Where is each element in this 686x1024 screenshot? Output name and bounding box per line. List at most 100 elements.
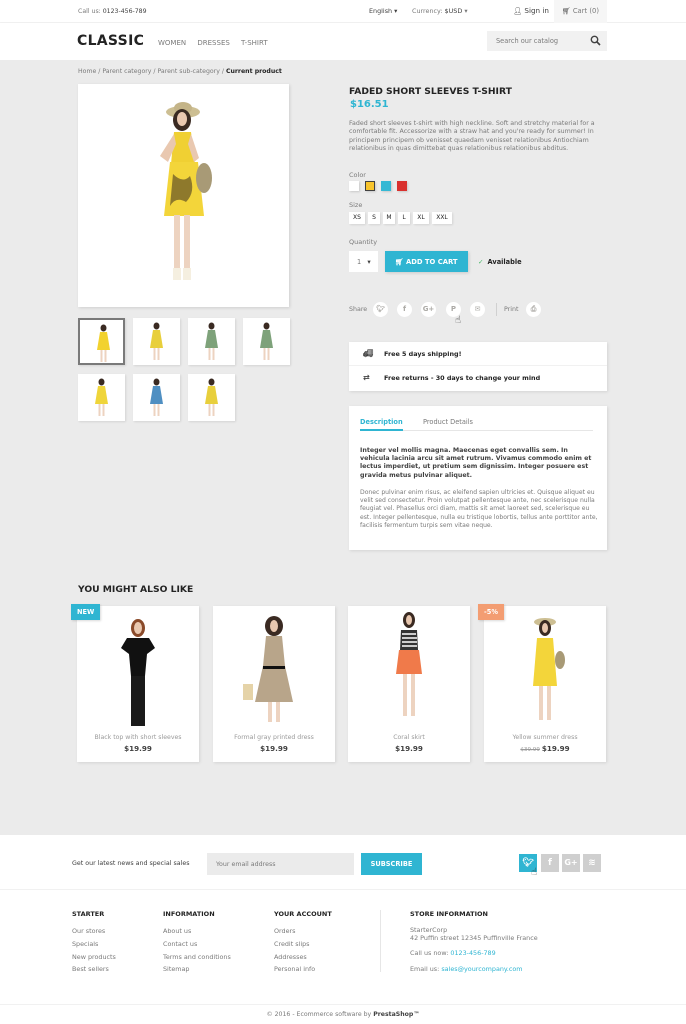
thumbnail-image	[95, 378, 108, 416]
footer-column-title: YOUR ACCOUNT	[274, 910, 332, 918]
nav-item-dresses[interactable]: DRESSES	[197, 39, 229, 47]
product-cover-image[interactable]	[78, 84, 289, 307]
email-share-icon[interactable]: ✉	[470, 302, 485, 317]
currency-selector[interactable]: Currency: $USD ▾	[412, 7, 468, 15]
footer-link[interactable]: Addresses	[274, 951, 332, 964]
reassurance-shipping: 🚚︎ Free 5 days shipping!	[349, 342, 607, 366]
footer-link[interactable]: Personal info	[274, 963, 332, 976]
product-card-image[interactable]	[213, 606, 335, 728]
product-badge: NEW	[71, 604, 101, 620]
product-card[interactable]: -5% Yellow summer dress $39.99 $19.99	[478, 604, 606, 762]
product-card-name[interactable]: Formal gray printed dress	[213, 734, 335, 741]
product-photo	[396, 612, 422, 716]
footer-link[interactable]: Specials	[72, 938, 116, 951]
facebook-social-icon[interactable]: f	[541, 854, 559, 872]
sign-in-link[interactable]: 👤︎ Sign in	[513, 6, 549, 15]
product-card[interactable]: Coral skirt $19.99	[348, 606, 470, 762]
footer-link[interactable]: Credit slips	[274, 938, 332, 951]
size-label: Size	[349, 201, 363, 209]
product-card-name[interactable]: Black top with short sleeves	[77, 734, 199, 741]
product-price: $16.51	[350, 99, 389, 110]
product-card-image[interactable]	[484, 606, 606, 728]
swap-arrows-icon: ⇄	[363, 373, 370, 382]
description-body: Donec pulvinar enim risus, ac eleifend s…	[360, 489, 598, 529]
product-card-image[interactable]	[77, 606, 199, 728]
size-option-s[interactable]: S	[368, 212, 380, 224]
quantity-select[interactable]: 1 ▾	[349, 251, 378, 272]
color-swatch-blue[interactable]	[381, 181, 391, 191]
header: CLASSIC WOMEN DRESSES T-SHIRT Search our…	[0, 23, 686, 60]
related-products-title: YOU MIGHT ALSO LIKE	[78, 584, 194, 595]
product-card[interactable]: Formal gray printed dress $19.99	[213, 606, 335, 762]
product-thumbnail[interactable]	[243, 318, 290, 365]
product-card[interactable]: NEW Black top with short sleeves $19.99	[71, 604, 199, 762]
footer-column-your-account: YOUR ACCOUNT Orders Credit slips Addresses P…	[274, 910, 332, 976]
prestashop-link[interactable]: PrestaShop™	[373, 1011, 419, 1018]
footer-link[interactable]: New products	[72, 951, 116, 964]
add-to-cart-button[interactable]: 🛒︎ ADD TO CART	[385, 251, 468, 272]
size-option-xxl[interactable]: XXL	[432, 212, 452, 224]
size-option-m[interactable]: M	[383, 212, 395, 224]
product-card-price: $19.99	[260, 744, 288, 753]
product-photo	[533, 618, 565, 720]
size-option-xs[interactable]: XS	[349, 212, 365, 224]
store-address: 42 Puffin street 12345 Puffinville Franc…	[410, 934, 538, 943]
subscribe-button[interactable]: SUBSCRIBE	[361, 853, 422, 875]
google-plus-social-icon[interactable]: G+	[562, 854, 580, 872]
logo[interactable]: CLASSIC	[77, 33, 144, 49]
footer-column-title: STARTER	[72, 910, 105, 918]
product-card-image[interactable]	[348, 606, 470, 728]
product-thumbnail[interactable]	[188, 318, 235, 365]
nav-item-t-shirt[interactable]: T-SHIRT	[241, 39, 268, 47]
color-swatch-yellow[interactable]	[365, 181, 375, 191]
color-swatch-red[interactable]	[397, 181, 407, 191]
size-option-xl[interactable]: XL	[413, 212, 429, 224]
product-card-name[interactable]: Coral skirt	[348, 734, 470, 741]
thumbnail-image	[150, 322, 163, 360]
print-icon[interactable]: ⎙	[526, 302, 541, 317]
breadcrumb-parent-sub-category[interactable]: Parent sub-category	[157, 68, 219, 75]
store-phone-link[interactable]: 0123-456-789	[450, 949, 495, 957]
color-swatch-white[interactable]	[349, 181, 359, 191]
twitter-share-icon[interactable]: 🐦︎	[373, 302, 388, 317]
footer-link[interactable]: Orders	[274, 925, 332, 938]
product-thumbnail[interactable]	[78, 374, 125, 421]
facebook-share-icon[interactable]: f	[397, 302, 412, 317]
rss-social-icon[interactable]: ≋	[583, 854, 601, 872]
search-icon[interactable]	[590, 35, 601, 46]
footer-link[interactable]: Contact us	[163, 938, 231, 951]
product-thumbnail[interactable]	[133, 318, 180, 365]
breadcrumb-home[interactable]: Home	[78, 68, 96, 75]
product-card-price: $19.99	[395, 744, 423, 753]
language-selector[interactable]: English ▾	[369, 7, 397, 15]
breadcrumb-parent-category[interactable]: Parent category	[102, 68, 151, 75]
footer-link[interactable]: Best sellers	[72, 963, 116, 976]
top-bar: Call us: 0123-456-789 English ▾ Currency…	[0, 0, 686, 23]
main-nav: WOMEN DRESSES T-SHIRT	[158, 39, 277, 47]
tab-description[interactable]: Description	[360, 418, 403, 431]
footer-link[interactable]: Terms and conditions	[163, 951, 231, 964]
footer-link[interactable]: Sitemap	[163, 963, 231, 976]
store-name: StarterCorp	[410, 926, 448, 934]
product-title: FADED SHORT SLEEVES T-SHIRT	[349, 86, 512, 97]
product-card-price: $19.99	[124, 744, 152, 753]
old-price: $39.99	[520, 747, 540, 753]
product-thumbnail[interactable]	[188, 374, 235, 421]
product-thumbnail[interactable]	[133, 374, 180, 421]
hand-cursor-icon: ☝	[455, 315, 462, 326]
footer-link[interactable]: About us	[163, 925, 231, 938]
footer-divider	[380, 910, 381, 972]
tab-bar: Description Product Details	[360, 418, 593, 431]
search-input[interactable]: Search our catalog	[487, 31, 607, 51]
product-thumbnail[interactable]	[78, 318, 125, 365]
tab-product-details[interactable]: Product Details	[423, 418, 473, 431]
product-card-name[interactable]: Yellow summer dress	[484, 734, 606, 741]
cart-button[interactable]: 🛒︎ Cart (0)	[554, 0, 607, 23]
google-plus-share-icon[interactable]: G+	[421, 302, 436, 317]
newsletter-email-input[interactable]: Your email address	[207, 853, 354, 875]
store-email-link[interactable]: sales@yourcompany.com	[441, 965, 522, 973]
size-option-l[interactable]: L	[398, 212, 410, 224]
chevron-down-icon: ▾	[367, 258, 371, 266]
nav-item-women[interactable]: WOMEN	[158, 39, 186, 47]
footer-link[interactable]: Our stores	[72, 925, 116, 938]
